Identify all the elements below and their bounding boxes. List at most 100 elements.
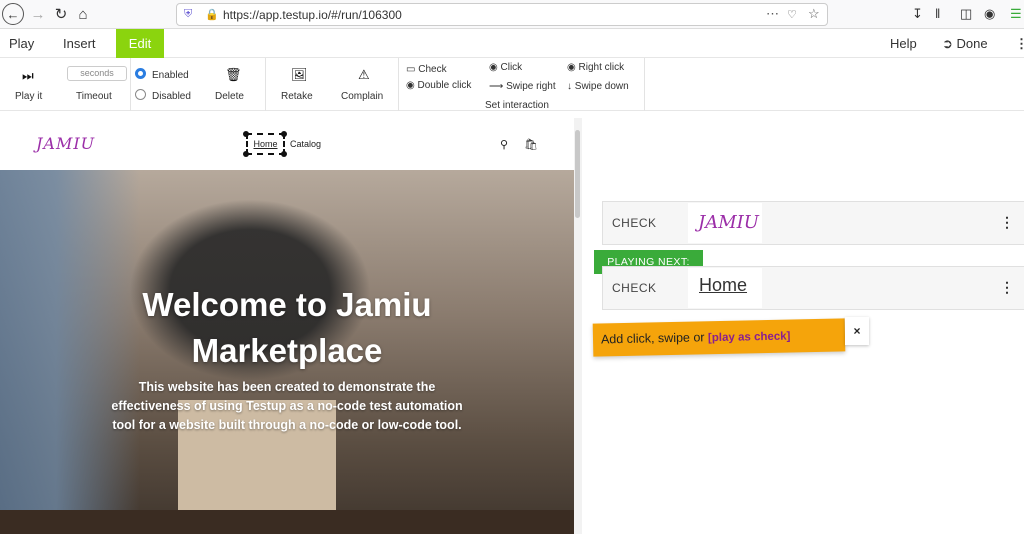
hero-description: This website has been created to demonst… [92, 378, 482, 435]
tab-edit[interactable]: Edit [116, 29, 164, 58]
kebab-menu-icon[interactable]: ⋮ [1006, 29, 1024, 58]
divider [130, 58, 131, 111]
tab-insert[interactable]: Insert [54, 29, 105, 58]
more-icon[interactable]: ⋯ [766, 6, 779, 22]
library-icon[interactable]: ‖ [935, 6, 940, 21]
play-it-label[interactable]: Play it [15, 91, 42, 102]
shield-icon[interactable]: ⛨ [184, 8, 192, 21]
site-logo[interactable]: JAMIU [36, 134, 95, 153]
home-icon[interactable]: ⌂ [73, 4, 93, 24]
disabled-label[interactable]: Disabled [152, 91, 191, 102]
double-click-action[interactable]: ◉ Double click [406, 80, 471, 91]
divider [398, 58, 399, 111]
divider [265, 58, 266, 111]
exit-icon: ➲ [942, 36, 953, 51]
right-click-action[interactable]: ◉ Right click [567, 62, 624, 73]
hero-desc-line: tool for a website built through a no-co… [112, 418, 462, 432]
browser-toolbar: ← → ↻ ⌂ ⛨ 🔒 https://app.testup.io/#/run/… [0, 0, 1024, 29]
selection-handle[interactable] [243, 131, 249, 137]
interaction-hint: Add click, swipe or [play as check] [592, 318, 846, 357]
swipe-down-action[interactable]: ↓ Swipe down [567, 81, 629, 92]
retake-label[interactable]: Retake [281, 91, 313, 102]
swipe-right-label: Swipe right [506, 81, 556, 92]
image-icon[interactable]: 🖼 [291, 67, 308, 83]
timeout-label: Timeout [76, 91, 112, 102]
hero-banner: Welcome to Jamiu Marketplace This websit… [0, 170, 574, 534]
selection-handle[interactable] [281, 131, 287, 137]
swipe-down-label: Swipe down [574, 81, 629, 92]
swipe-right-action[interactable]: ⟶ Swipe right [489, 81, 556, 92]
selection-handle[interactable] [281, 151, 287, 157]
play-as-check-link[interactable]: [play as check] [708, 331, 791, 345]
check-label: Check [418, 64, 447, 75]
click-label: Click [500, 62, 523, 73]
divider [644, 58, 645, 111]
done-label: Done [956, 36, 988, 51]
mouse-icon: ◉ [489, 62, 501, 73]
step-thumbnail-text: JAMIU [698, 212, 759, 233]
step-type-label: CHECK [612, 281, 657, 295]
check-action[interactable]: ▭ Check [406, 64, 447, 75]
back-icon[interactable]: ← [2, 3, 24, 25]
selection-handle[interactable] [243, 151, 249, 157]
hero-photo-table [0, 510, 574, 534]
arrow-right-icon: ⟶ [489, 81, 507, 92]
hero-desc-line: This website has been created to demonst… [138, 380, 436, 394]
timeout-input[interactable]: seconds [67, 66, 127, 81]
step-row[interactable]: CHECK Home ⋮ [602, 266, 1024, 310]
complain-label[interactable]: Complain [341, 91, 383, 102]
url-bar[interactable]: ⛨ 🔒 https://app.testup.io/#/run/106300 ⋯… [176, 3, 828, 26]
done-button[interactable]: ➲ Done [933, 29, 997, 58]
reload-icon[interactable]: ↻ [51, 4, 71, 24]
search-icon[interactable]: ⚲ [500, 138, 508, 151]
warning-icon[interactable]: ⚠ [358, 67, 370, 83]
preview-scrollbar[interactable] [574, 118, 582, 534]
download-icon[interactable]: ↧ [912, 6, 923, 22]
arrow-down-icon: ↓ [567, 81, 575, 92]
tool-panel: ⏭ Play it seconds Timeout Enabled Disabl… [0, 58, 1024, 111]
mouse-icon: ◉ [567, 62, 579, 73]
hero-title-line: Welcome to Jamiu [142, 286, 432, 323]
website-preview[interactable]: JAMIU Home Catalog ⚲ 🛍 Welcome to Jamiu … [0, 118, 574, 534]
step-thumbnail-text: Home [699, 275, 748, 295]
check-icon: ▭ [406, 64, 419, 75]
hero-desc-line: effectiveness of using Testup as a no-co… [111, 399, 463, 413]
account-icon[interactable]: ◉ [984, 6, 995, 22]
kebab-menu-icon[interactable]: ⋮ [1000, 279, 1014, 296]
close-hint-button[interactable]: × [845, 317, 869, 345]
delete-label[interactable]: Delete [215, 91, 244, 102]
step-row[interactable]: CHECK JAMIU ⋮ [602, 201, 1024, 245]
app-tab-bar: Play Insert Edit Help ➲ Done ⋮ [0, 29, 1024, 58]
hero-title: Welcome to Jamiu Marketplace [0, 282, 574, 374]
enabled-radio[interactable] [135, 68, 146, 79]
menu-icon[interactable]: ☰ [1010, 6, 1022, 22]
disabled-radio[interactable] [135, 89, 146, 100]
forward-icon[interactable]: → [28, 4, 48, 24]
tab-play[interactable]: Play [0, 29, 43, 58]
url-text[interactable]: https://app.testup.io/#/run/106300 [223, 8, 402, 22]
star-icon[interactable]: ☆ [808, 6, 820, 22]
nav-home-link[interactable]: Home [246, 133, 285, 155]
click-action[interactable]: ◉ Click [489, 62, 522, 73]
help-link[interactable]: Help [881, 29, 926, 58]
step-thumbnail[interactable]: JAMIU [688, 203, 762, 243]
set-interaction-label: Set interaction [485, 100, 549, 111]
sidebar-icon[interactable]: ◫ [960, 6, 972, 22]
play-step-icon[interactable]: ⏭ [22, 68, 34, 84]
step-type-label: CHECK [612, 216, 657, 230]
lock-icon: 🔒 [205, 9, 219, 21]
nav-catalog-link[interactable]: Catalog [290, 139, 321, 149]
trash-icon[interactable]: 🗑 [225, 67, 242, 83]
mouse-icon: ◉ [406, 80, 418, 91]
cart-icon[interactable]: 🛍 [524, 138, 538, 151]
double-click-label: Double click [417, 80, 472, 91]
scroll-thumb[interactable] [575, 130, 580, 218]
pocket-icon[interactable]: ♡ [787, 8, 797, 21]
enabled-label[interactable]: Enabled [152, 70, 189, 81]
kebab-menu-icon[interactable]: ⋮ [1000, 214, 1014, 231]
step-thumbnail[interactable]: Home [688, 268, 762, 308]
hint-message: Add click, swipe or [600, 330, 709, 347]
hint-text: Add click, swipe or [play as check] [600, 329, 791, 347]
right-click-label: Right click [578, 62, 625, 73]
hero-title-line: Marketplace [191, 332, 383, 369]
